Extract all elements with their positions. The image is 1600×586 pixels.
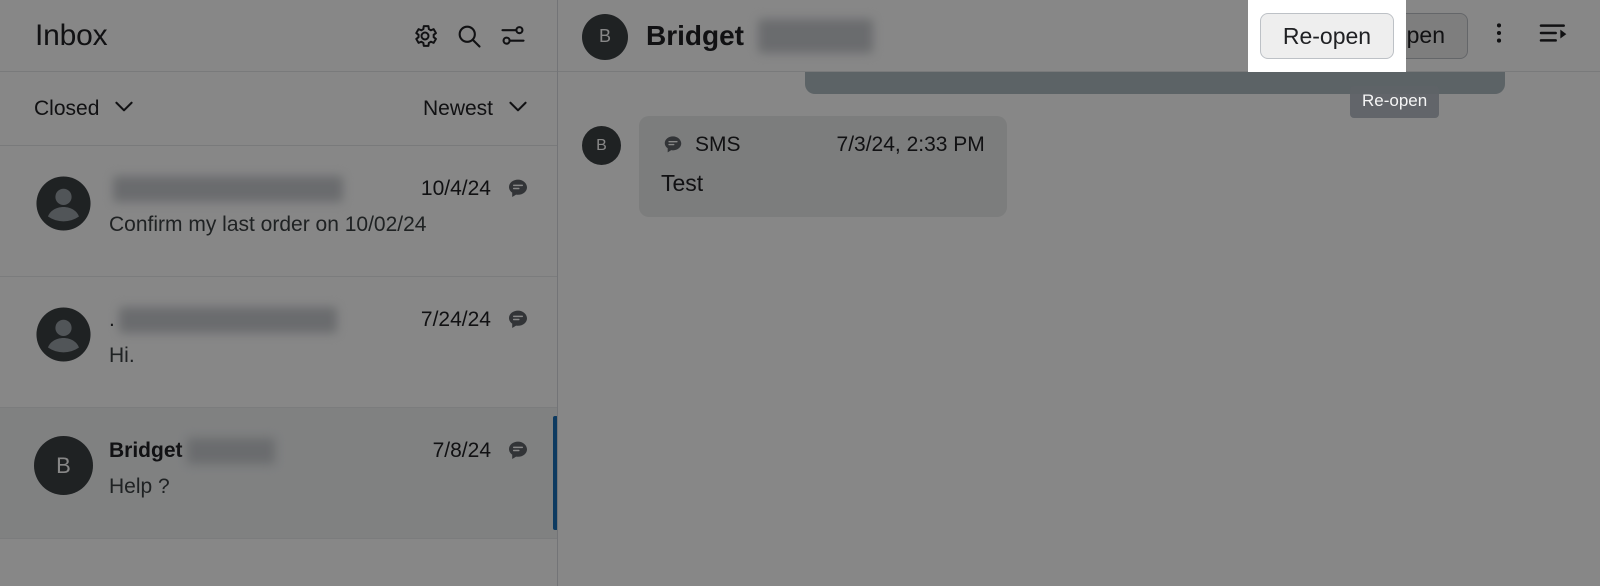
message-meta: SMS 7/3/24, 2:33 PM	[661, 130, 985, 160]
avatar	[34, 174, 93, 233]
conversation-row-top: . 7/24/24	[109, 305, 531, 335]
contact-name-text: .	[109, 308, 115, 331]
conversation-summary: 10/4/24 Confirm my last order on 10/02/24	[93, 172, 531, 237]
sms-bubble-icon	[505, 176, 531, 202]
status-filter-dropdown[interactable]: Closed	[34, 93, 137, 125]
avatar-initial: B	[56, 452, 71, 478]
avatar: B	[34, 436, 93, 495]
conversation-row-top: Bridget 7/8/24	[109, 436, 531, 466]
conversation-list-item[interactable]: B Bridget 7/8/24 Help ?	[0, 408, 557, 539]
inbox-header: Inbox	[0, 0, 557, 72]
search-button[interactable]	[447, 14, 491, 58]
message-timestamp: 7/3/24, 2:33 PM	[836, 133, 985, 156]
conversation-header: B Bridget Re-open	[558, 0, 1600, 72]
contact-name-text: Bridget	[109, 439, 183, 462]
tune-icon	[499, 22, 527, 50]
message-row: B SMS 7/3/24, 2:33 PM Test	[582, 116, 1576, 217]
conversation-list-pane: Inbox Closed Newest 10/4/24 Confirm my l…	[0, 0, 558, 586]
message-channel-label: SMS	[695, 133, 741, 156]
conversation-contact-name: .	[109, 307, 337, 333]
redacted-name	[118, 307, 337, 333]
conversation-list-item[interactable]: 10/4/24 Confirm my last order on 10/02/24	[0, 146, 557, 277]
conversation-date: 10/4/24	[420, 177, 491, 200]
conversation-preview: Help ?	[109, 475, 170, 498]
list-filter-bar: Closed Newest	[0, 72, 557, 146]
search-icon	[455, 22, 483, 50]
conversation-detail-pane: B Bridget Re-open	[558, 0, 1600, 586]
conversation-list: 10/4/24 Confirm my last order on 10/02/24…	[0, 146, 557, 586]
conversation-contact-name: Bridget	[109, 438, 275, 464]
conversation-date: 7/24/24	[420, 308, 491, 331]
conversation-preview: Hi.	[109, 344, 135, 367]
settings-icon	[411, 22, 439, 50]
sms-bubble-icon	[661, 133, 685, 157]
message-bubble: SMS 7/3/24, 2:33 PM Test	[639, 116, 1007, 217]
avatar: B	[582, 13, 628, 60]
conversation-summary: Bridget 7/8/24 Help ?	[93, 434, 531, 499]
avatar: B	[582, 126, 621, 165]
sort-filter-label: Newest	[422, 96, 493, 120]
conversation-contact-name	[109, 176, 343, 202]
redacted-name	[113, 176, 343, 202]
conversation-row-top: 10/4/24	[109, 174, 531, 204]
spotlight-highlight: Re-open	[1248, 0, 1406, 72]
avatar-initial: B	[596, 136, 607, 154]
redacted-name	[186, 438, 275, 464]
sort-filter-dropdown[interactable]: Newest	[423, 93, 531, 125]
person-icon	[36, 176, 91, 231]
avatar	[34, 305, 93, 364]
sms-bubble-icon	[505, 307, 531, 333]
status-filter-label: Closed	[34, 96, 100, 120]
message-text: Test	[661, 170, 704, 196]
more-vert-icon	[1486, 20, 1512, 51]
conversation-date: 7/8/24	[432, 439, 491, 462]
app-screenshot: Inbox Closed Newest 10/4/24 Confirm my l…	[0, 0, 1600, 586]
notes-panel-icon	[1537, 17, 1569, 54]
message-thread: B SMS 7/3/24, 2:33 PM Test	[558, 72, 1600, 586]
settings-button[interactable]	[403, 14, 447, 58]
filter-button[interactable]	[491, 14, 535, 58]
conversation-list-item[interactable]: . 7/24/24 Hi.	[0, 277, 557, 408]
redacted-name	[758, 18, 873, 53]
conversation-preview: Confirm my last order on 10/02/24	[109, 213, 427, 236]
contact-name: Bridget	[646, 19, 744, 51]
chevron-down-icon	[111, 93, 137, 125]
chevron-down-icon	[505, 93, 531, 125]
sms-bubble-icon	[505, 438, 531, 464]
avatar-initial: B	[598, 26, 611, 46]
person-icon	[36, 307, 91, 362]
tooltip: Re-open	[1350, 86, 1440, 118]
page-title: Inbox	[35, 18, 108, 52]
notes-panel-button[interactable]	[1530, 13, 1576, 59]
conversation-title: Bridget	[646, 18, 873, 53]
conversation-summary: . 7/24/24 Hi.	[93, 303, 531, 368]
more-options-button[interactable]	[1476, 13, 1522, 59]
reopen-button-highlighted[interactable]: Re-open	[1259, 13, 1395, 59]
